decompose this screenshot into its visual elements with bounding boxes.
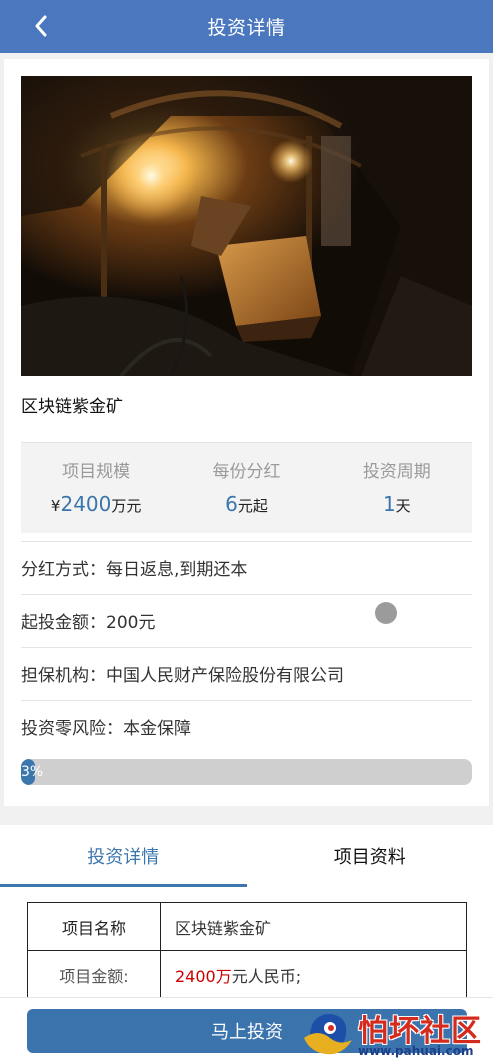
dividend-method: 分红方式：每日返息,到期还本 bbox=[21, 541, 472, 593]
detail-table: 项目名称 区块链紫金矿 项目金额: 2400万元人民币; bbox=[27, 902, 467, 999]
table-value: 区块链紫金矿 bbox=[160, 902, 467, 951]
progress-label: 3% bbox=[21, 764, 44, 780]
watermark-logo-icon bbox=[304, 1014, 352, 1055]
project-stats: 项目规模 ¥2400万元 每份分红 6元起 投资周期 1天 bbox=[21, 442, 472, 533]
page-title: 投资详情 bbox=[207, 17, 286, 39]
project-card: 区块链紫金矿 项目规模 ¥2400万元 每份分红 6元起 投资周期 1天 分红方… bbox=[4, 59, 489, 806]
tab-project-info[interactable]: 项目资料 bbox=[247, 825, 493, 887]
stat-dividend: 每份分红 6元起 bbox=[171, 443, 321, 533]
stat-number: 2400 bbox=[60, 492, 112, 516]
guarantor: 担保机构：中国人民财产保险股份有限公司 bbox=[21, 647, 472, 699]
stat-unit: 万元 bbox=[111, 497, 142, 515]
stat-value: ¥2400万元 bbox=[21, 492, 171, 516]
back-button[interactable] bbox=[28, 12, 54, 40]
detail-tabs: 投资详情 项目资料 bbox=[0, 825, 493, 887]
stat-label: 项目规模 bbox=[62, 462, 131, 482]
mine-tunnel-illustration bbox=[21, 76, 472, 376]
min-investment: 起投金额：200元 bbox=[21, 594, 472, 646]
stat-label: 每份分红 bbox=[212, 462, 281, 482]
stat-unit: 天 bbox=[395, 497, 411, 515]
project-image bbox=[21, 76, 472, 376]
amount-highlight: 2400万 bbox=[175, 966, 232, 986]
stat-number: 1 bbox=[382, 492, 396, 516]
table-row: 项目名称 区块链紫金矿 bbox=[27, 902, 467, 951]
stat-value: 6元起 bbox=[171, 492, 321, 516]
stat-period: 投资周期 1天 bbox=[322, 443, 472, 533]
table-key: 项目金额: bbox=[27, 950, 161, 999]
stat-unit: 元起 bbox=[237, 497, 268, 515]
stat-label: 投资周期 bbox=[362, 462, 431, 482]
watermark-url: www.pahuai.com bbox=[358, 1044, 474, 1058]
stat-value: 1天 bbox=[322, 492, 472, 516]
chevron-left-icon bbox=[35, 15, 47, 37]
table-value: 2400万元人民币; bbox=[160, 950, 467, 999]
project-name: 区块链紫金矿 bbox=[21, 397, 123, 417]
tab-invest-details[interactable]: 投资详情 bbox=[0, 825, 247, 887]
stat-number: 6 bbox=[225, 492, 238, 516]
amount-unit: 元人民币; bbox=[231, 966, 302, 986]
stat-scale: 项目规模 ¥2400万元 bbox=[21, 443, 171, 533]
top-bar: 投资详情 bbox=[0, 0, 493, 53]
progress-bar: 3% bbox=[21, 759, 472, 785]
table-row: 项目金额: 2400万元人民币; bbox=[27, 950, 467, 999]
table-key: 项目名称 bbox=[27, 902, 161, 951]
watermark: 怕坏社区 www.pahuai.com bbox=[300, 1004, 490, 1060]
floating-dot[interactable] bbox=[375, 602, 397, 624]
risk-note: 投资零风险：本金保障 bbox=[21, 700, 472, 752]
